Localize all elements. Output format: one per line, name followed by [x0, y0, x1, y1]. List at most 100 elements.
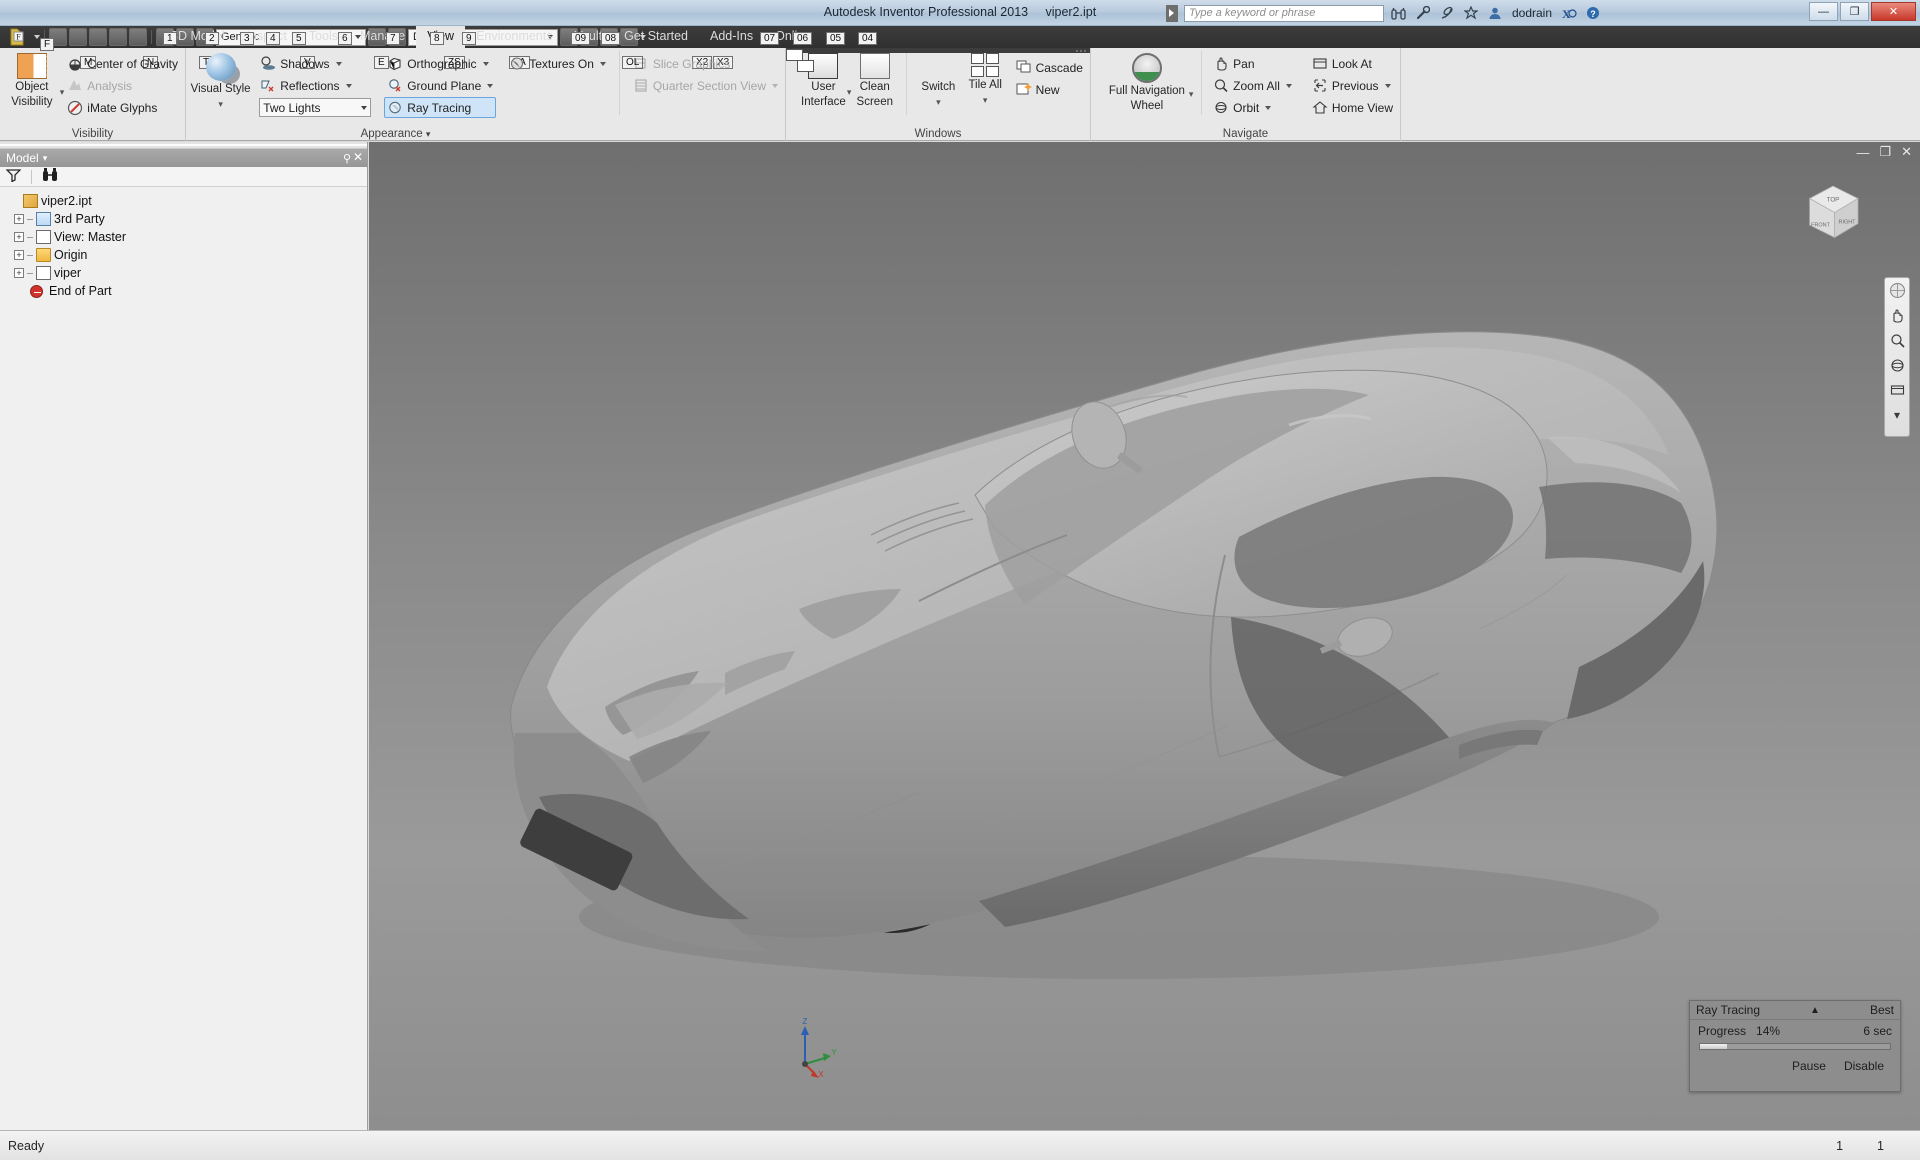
tab-environments[interactable]: Environments [465, 26, 563, 48]
tree-item-3rd-party[interactable]: + 3rd Party [6, 210, 367, 228]
reflections-dropdown-caret[interactable] [345, 83, 352, 88]
zoom-all-dropdown-caret[interactable] [1285, 83, 1292, 88]
ray-tracing-disable-button[interactable]: Disable [1844, 1059, 1884, 1073]
user-avatar-icon[interactable] [1486, 4, 1504, 22]
more-icon[interactable]: ▾ [1888, 407, 1906, 423]
browser-title-caret[interactable]: ▾ [43, 153, 48, 164]
orbit-icon[interactable] [1888, 357, 1906, 373]
tab-add-ins[interactable]: Add-Ins [699, 26, 764, 48]
panel-windows: User Interface ▾ Clean Screen Switch ▾ T… [786, 48, 1091, 141]
textures-dropdown-caret[interactable] [599, 61, 606, 66]
pan-button[interactable]: Pan [1210, 53, 1295, 74]
ray-tracing-quality[interactable]: Best [1870, 1003, 1894, 1017]
browser-pin-icon[interactable]: ⚲ [343, 152, 351, 165]
binoculars-icon[interactable] [1390, 4, 1408, 22]
orthographic-dropdown-caret[interactable] [482, 61, 489, 66]
full-navigation-wheel-button[interactable]: Full Navigation Wheel [1105, 51, 1189, 112]
ground-plane-dropdown-caret[interactable] [487, 83, 494, 88]
zoom-icon[interactable] [1888, 332, 1906, 348]
imate-glyphs-button[interactable]: iMate Glyphs [64, 97, 181, 118]
shadows-dropdown-caret[interactable] [335, 61, 342, 66]
tree-item-view-master[interactable]: + View: Master [6, 228, 367, 246]
minimize-button[interactable]: — [1809, 2, 1838, 21]
filter-icon[interactable] [5, 168, 22, 185]
tree-item-viper2[interactable]: viper2.ipt [6, 192, 367, 210]
application-menu-caret[interactable] [34, 35, 40, 39]
tree-expander[interactable]: + [14, 214, 24, 224]
reflections-button[interactable]: Reflections [257, 75, 374, 96]
application-menu-button[interactable]: F [2, 26, 32, 48]
restore-button[interactable]: ❐ [1840, 2, 1869, 21]
previous-view-dropdown-caret[interactable] [1384, 83, 1391, 88]
lighting-style-combo[interactable]: Two Lights [259, 98, 372, 117]
shadows-button[interactable]: Shadows [257, 53, 374, 74]
textures-on-button[interactable]: Textures On [506, 53, 609, 74]
visual-style-button[interactable]: Visual Style ▾ [190, 51, 251, 110]
star-icon[interactable] [1462, 4, 1480, 22]
nav-wheel-icon[interactable] [1888, 282, 1906, 298]
orthographic-button[interactable]: Orthographic [384, 53, 496, 74]
satellite-icon[interactable] [1438, 4, 1456, 22]
tile-all-button[interactable]: Tile All ▾ [962, 51, 1009, 106]
view-cube[interactable]: TOP FRONT RIGHT [1794, 172, 1872, 250]
ray-tracing-collapse-icon[interactable]: ▲ [1810, 1005, 1820, 1016]
center-of-gravity-button[interactable]: Center of Gravity [64, 53, 181, 74]
navigate-column-1: Pan Zoom All Orbit [1210, 51, 1295, 118]
nav-wheel-dropdown-caret[interactable]: ▾ [1189, 89, 1194, 100]
visual-style-dropdown-caret[interactable]: ▾ [218, 98, 223, 111]
tab-online[interactable]: Online [764, 26, 822, 48]
binoculars-find-icon[interactable] [42, 168, 58, 185]
quarter-section-dropdown-caret [772, 83, 778, 88]
reflections-label: Reflections [280, 78, 340, 93]
tree-item-origin[interactable]: + Origin [6, 246, 367, 264]
tab-view[interactable]: View [416, 26, 466, 48]
search-dropdown-arrow[interactable] [1165, 4, 1178, 22]
ground-plane-button[interactable]: Ground Plane [384, 75, 496, 96]
qat-save-button[interactable] [89, 28, 107, 46]
orbit-button[interactable]: Orbit [1210, 97, 1295, 118]
tab-tools[interactable]: Tools [298, 26, 349, 48]
qat-open-button[interactable] [69, 28, 87, 46]
help-icon[interactable]: ? [1584, 4, 1602, 22]
ray-tracing-panel[interactable]: Ray Tracing ▲ Best Progress 14% 6 sec Pa… [1689, 1000, 1901, 1092]
tree-expander[interactable]: + [14, 250, 24, 260]
tab-inspect[interactable]: Inspect [236, 26, 298, 48]
tab-3d-model[interactable]: 3D Model [160, 26, 236, 48]
tree-item-viper[interactable]: + viper [6, 264, 367, 282]
orbit-dropdown-caret[interactable] [1265, 105, 1272, 110]
previous-view-button[interactable]: Previous [1309, 75, 1396, 96]
switch-windows-button[interactable]: Switch ▾ [786, 49, 962, 109]
qat-new-button[interactable] [49, 28, 67, 46]
new-window-button[interactable]: New [1013, 79, 1086, 100]
search-input[interactable]: Type a keyword or phrase [1183, 4, 1384, 22]
tree-expander[interactable]: + [14, 232, 24, 242]
user-name[interactable]: dodrain [1510, 6, 1554, 20]
browser-drag-grip[interactable] [0, 142, 367, 149]
cascade-button[interactable]: Cascade [1013, 57, 1086, 78]
close-button[interactable]: ✕ [1871, 2, 1916, 21]
switch-dropdown-caret[interactable]: ▾ [936, 96, 941, 109]
browser-close-icon[interactable]: ✕ [353, 150, 363, 164]
pan-hand-icon[interactable] [1888, 307, 1906, 323]
wrench-icon[interactable] [1414, 4, 1432, 22]
clean-screen-button[interactable]: Clean Screen [851, 51, 898, 108]
zoom-all-button[interactable]: Zoom All [1210, 75, 1295, 96]
tree-expander[interactable]: + [14, 268, 24, 278]
qat-undo-button[interactable] [109, 28, 127, 46]
tab-vault[interactable]: Vault [564, 26, 614, 48]
exchange-icon[interactable]: X [1560, 4, 1578, 22]
home-view-button[interactable]: Home View [1309, 97, 1396, 118]
tree-item-end-of-part[interactable]: End of Part [6, 282, 367, 300]
qat-redo-button[interactable] [129, 28, 147, 46]
tab-get-started[interactable]: Get Started [613, 26, 699, 48]
object-visibility-button[interactable]: Object Visibility [4, 51, 60, 108]
tab-manage[interactable]: Manage [349, 26, 416, 48]
look-at-button[interactable]: Look At [1309, 53, 1396, 74]
look-at-icon[interactable] [1888, 382, 1906, 398]
ray-tracing-pause-button[interactable]: Pause [1792, 1059, 1826, 1073]
graphics-viewport[interactable]: — ❐ ✕ TOP FRONT RIGHT ▾ Z Y X Ray Tracin… [369, 142, 1920, 1130]
ray-tracing-button[interactable]: Ray Tracing [384, 97, 497, 118]
tile-all-dropdown-caret[interactable]: ▾ [983, 94, 988, 107]
tree-connector [27, 236, 33, 238]
look-at-label: Look At [1331, 56, 1372, 71]
